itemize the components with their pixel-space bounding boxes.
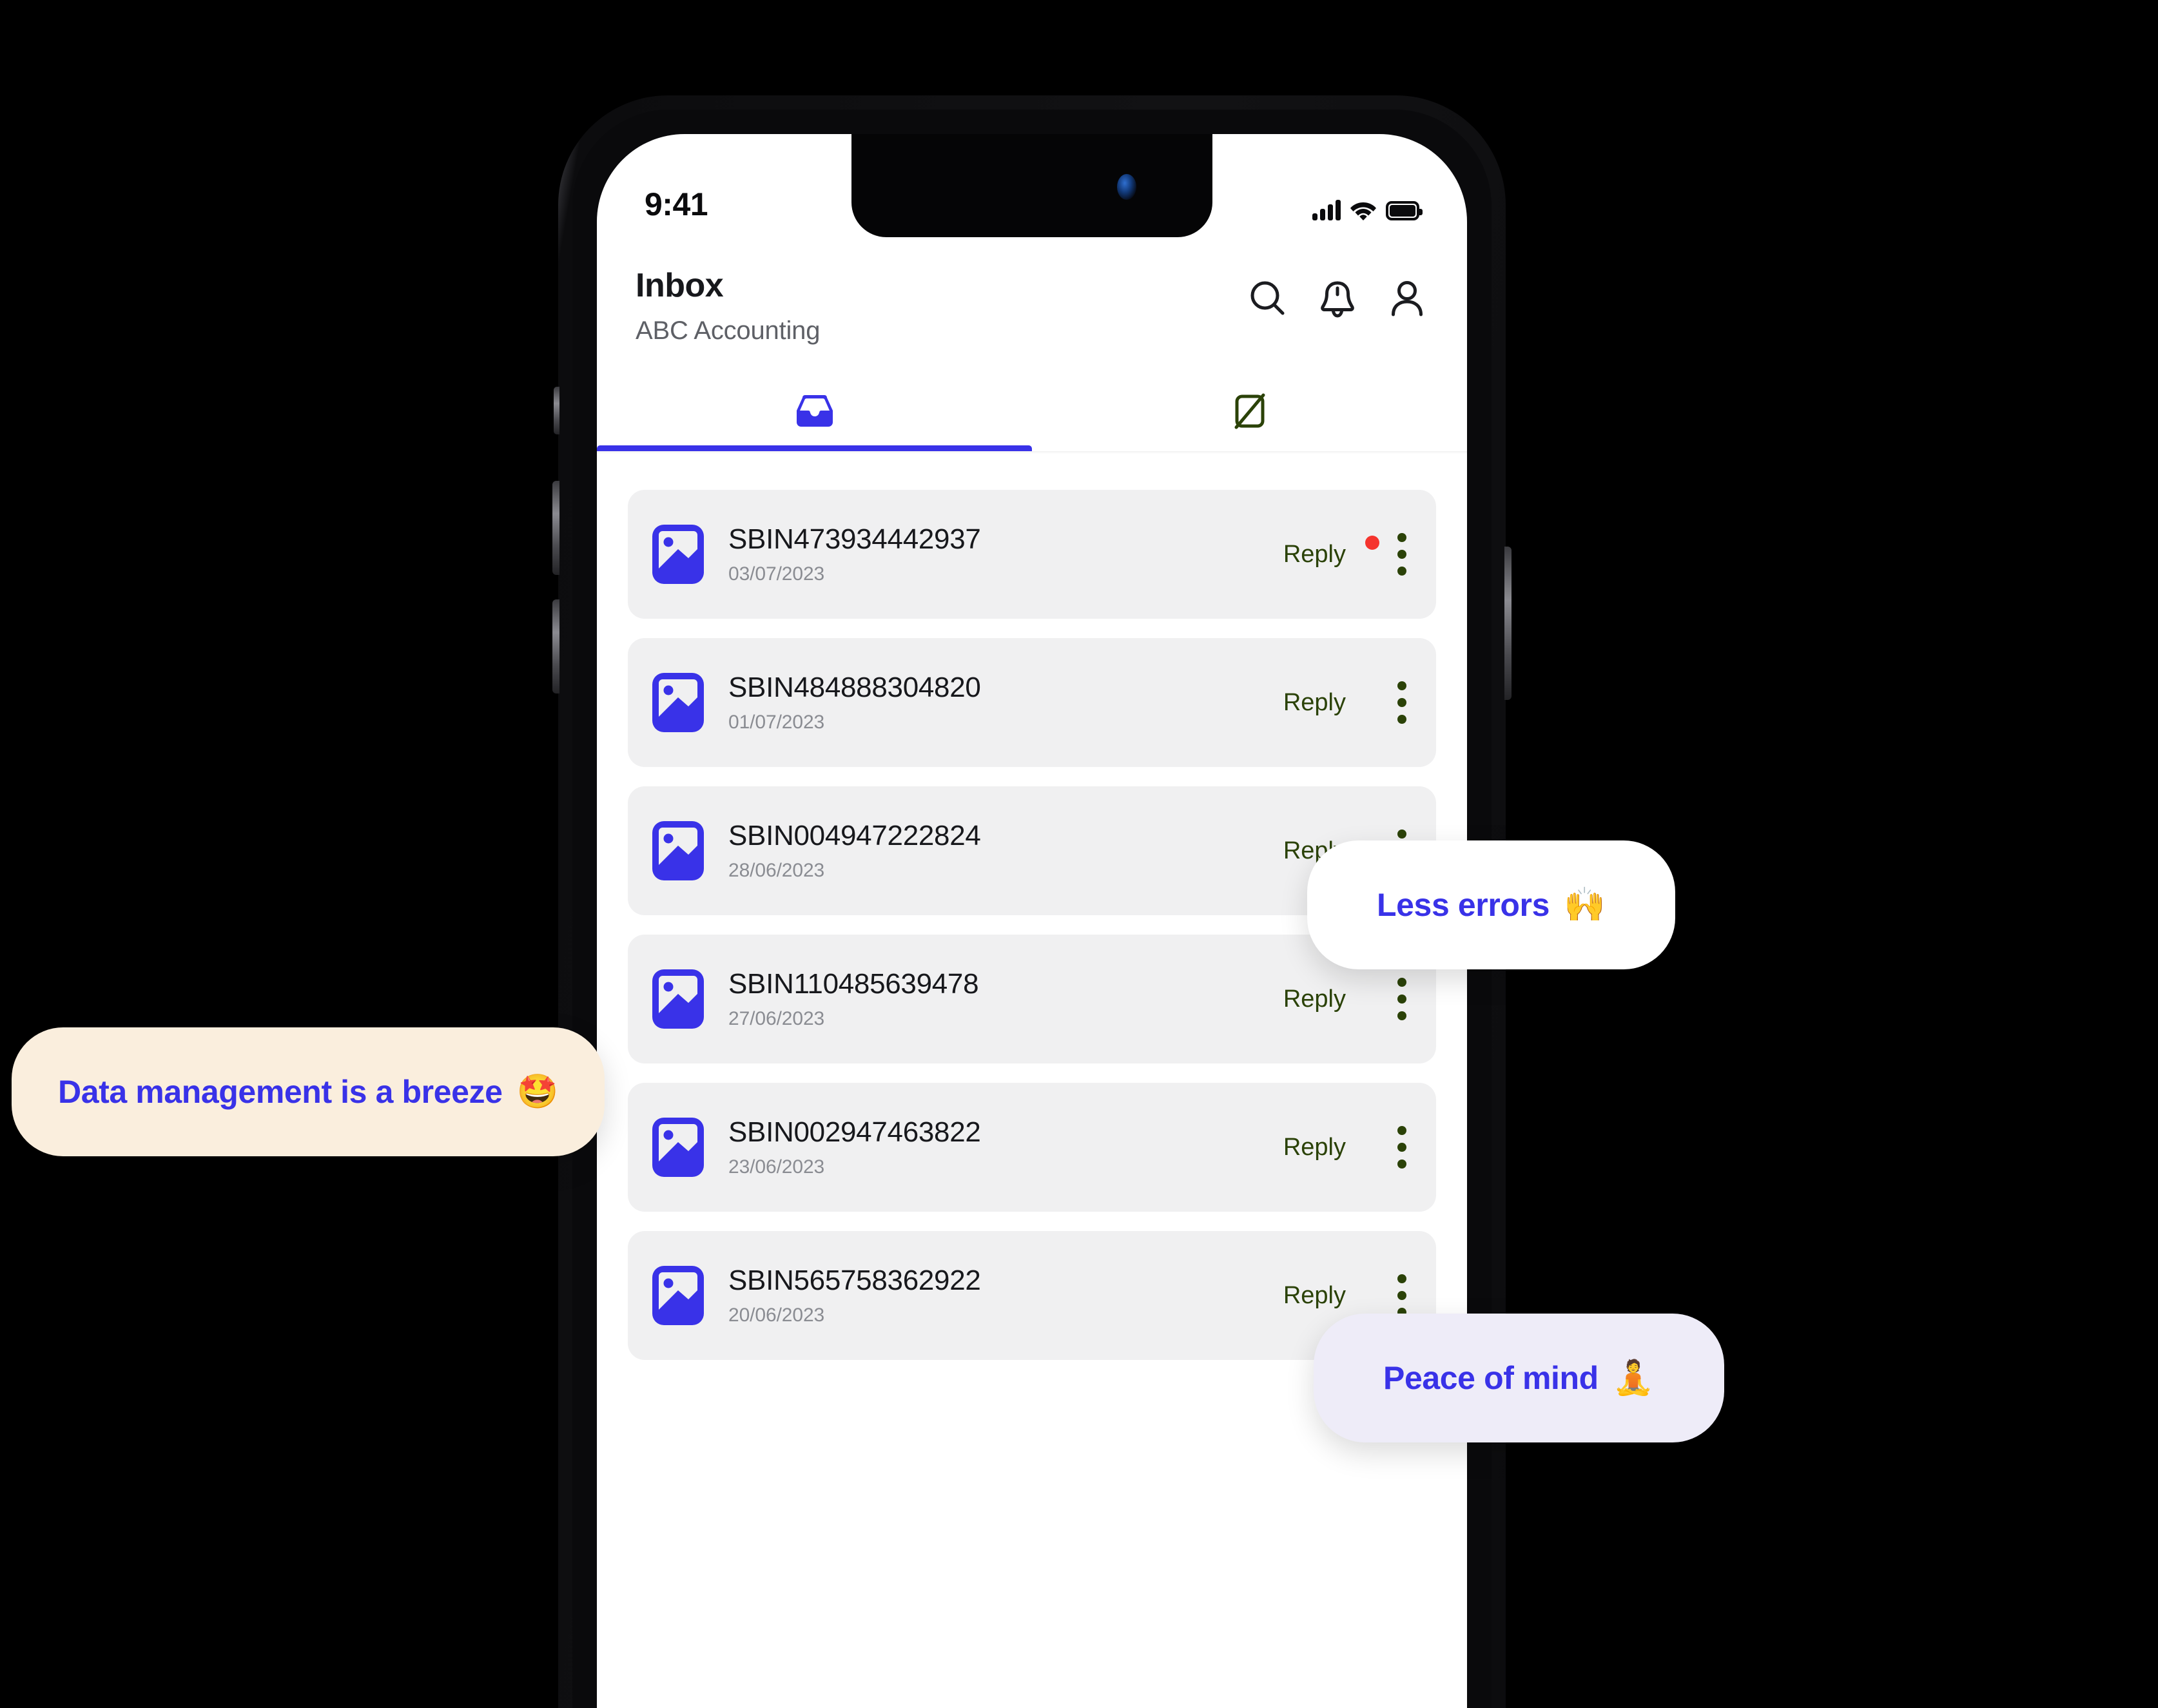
- table-row[interactable]: SBIN565758362922 20/06/2023 Reply: [628, 1231, 1436, 1360]
- header-actions: [1247, 266, 1428, 320]
- table-row[interactable]: SBIN473934442937 03/07/2023 Reply: [628, 490, 1436, 619]
- search-button[interactable]: [1247, 277, 1289, 320]
- testimonial-chip-less-errors: Less errors 🙌: [1307, 840, 1675, 969]
- message-list[interactable]: SBIN473934442937 03/07/2023 Reply SBIN48…: [597, 454, 1467, 1708]
- table-row[interactable]: SBIN110485639478 27/06/2023 Reply: [628, 935, 1436, 1063]
- chip-label: Peace of mind: [1383, 1360, 1599, 1396]
- reply-button[interactable]: Reply: [1283, 1282, 1346, 1310]
- message-id: SBIN004947222824: [728, 820, 981, 851]
- message-date: 28/06/2023: [728, 860, 825, 881]
- search-icon: [1250, 281, 1285, 315]
- message-date: 27/06/2023: [728, 1008, 825, 1029]
- message-id: SBIN565758362922: [728, 1265, 981, 1296]
- status-bar-indicators: [1312, 200, 1423, 220]
- table-row[interactable]: SBIN002947463822 23/06/2023 Reply: [628, 1083, 1436, 1212]
- notifications-button[interactable]: [1316, 277, 1359, 320]
- cellular-signal-icon: [1312, 200, 1341, 220]
- unread-indicator-placeholder: [1365, 1140, 1379, 1154]
- reply-button[interactable]: Reply: [1283, 985, 1346, 1013]
- app-header: Inbox ABC Accounting: [597, 237, 1467, 345]
- message-id: SBIN484888304820: [728, 672, 981, 703]
- silent-switch-button[interactable]: [554, 387, 559, 434]
- image-placeholder-icon: [652, 1118, 704, 1177]
- page-title: Inbox: [636, 267, 724, 304]
- image-placeholder-icon: [652, 1266, 704, 1325]
- reply-button[interactable]: Reply: [1283, 689, 1346, 717]
- profile-button[interactable]: [1386, 277, 1428, 320]
- kebab-menu-icon[interactable]: [1394, 677, 1410, 728]
- reply-button[interactable]: Reply: [1283, 1134, 1346, 1161]
- wifi-icon: [1350, 202, 1376, 220]
- organization-name: ABC Accounting: [636, 316, 821, 345]
- unread-indicator-placeholder: [1365, 992, 1379, 1006]
- message-date: 03/07/2023: [728, 563, 825, 585]
- image-placeholder-icon: [652, 673, 704, 732]
- kebab-menu-icon[interactable]: [1394, 974, 1410, 1024]
- tab-inbox[interactable]: [597, 371, 1032, 451]
- chip-label: Less errors: [1377, 887, 1550, 923]
- message-id: SBIN002947463822: [728, 1116, 981, 1148]
- volume-up-button[interactable]: [552, 481, 559, 575]
- unread-indicator-placeholder: [1365, 1288, 1379, 1303]
- inbox-tray-icon: [796, 395, 833, 427]
- status-bar: 9:41: [597, 134, 1467, 237]
- chip-label: Data management is a breeze: [58, 1074, 503, 1110]
- message-id: SBIN110485639478: [728, 968, 979, 1000]
- lotus-position-emoji-icon: 🧘: [1612, 1359, 1655, 1397]
- message-id: SBIN473934442937: [728, 523, 981, 555]
- reply-button[interactable]: Reply: [1283, 541, 1346, 568]
- battery-icon: [1386, 201, 1423, 220]
- bell-icon: [1321, 281, 1354, 318]
- tab-drafts[interactable]: [1032, 371, 1467, 451]
- image-placeholder-icon: [652, 969, 704, 1029]
- unread-indicator-placeholder: [1365, 695, 1379, 710]
- volume-down-button[interactable]: [552, 599, 559, 694]
- image-placeholder-icon: [652, 525, 704, 584]
- tab-active-underline: [597, 445, 1032, 451]
- table-row[interactable]: SBIN484888304820 01/07/2023 Reply: [628, 638, 1436, 767]
- person-icon: [1392, 281, 1423, 316]
- kebab-menu-icon[interactable]: [1394, 1122, 1410, 1172]
- status-bar-time: 9:41: [645, 186, 708, 222]
- screenshot-canvas: 9:41 Inbox ABC Accounting SBIN4739344429…: [0, 0, 2158, 1708]
- message-date: 01/07/2023: [728, 712, 825, 733]
- raising-hands-emoji-icon: 🙌: [1564, 886, 1606, 924]
- message-date: 23/06/2023: [728, 1156, 825, 1178]
- power-button[interactable]: [1504, 547, 1512, 700]
- kebab-menu-icon[interactable]: [1394, 529, 1410, 579]
- testimonial-chip-peace-of-mind: Peace of mind 🧘: [1314, 1314, 1724, 1442]
- tab-bar-divider: [597, 451, 1467, 454]
- message-date: 20/06/2023: [728, 1305, 825, 1326]
- crossed-note-icon: [1234, 393, 1265, 429]
- testimonial-chip-data-management: Data management is a breeze 🤩: [12, 1027, 605, 1156]
- star-struck-emoji-icon: 🤩: [516, 1073, 559, 1111]
- tab-bar: [597, 371, 1467, 451]
- unread-indicator-dot: [1365, 536, 1379, 550]
- image-placeholder-icon: [652, 821, 704, 880]
